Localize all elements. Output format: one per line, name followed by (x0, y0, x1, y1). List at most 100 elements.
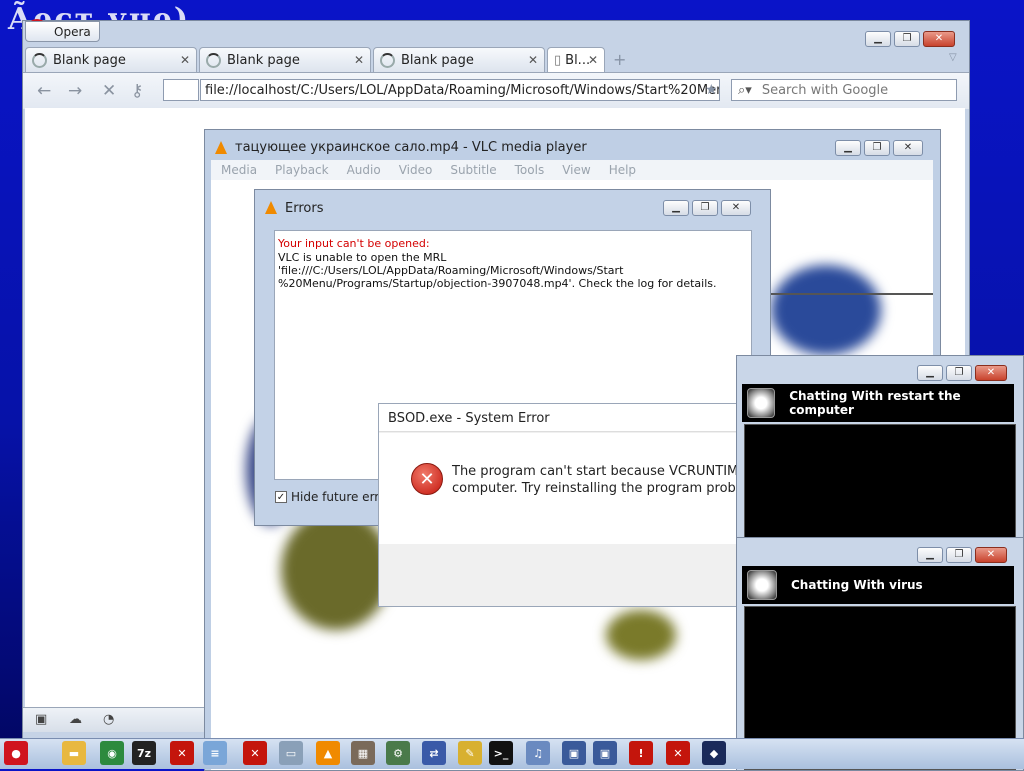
minimize-button[interactable]: ▁ (865, 31, 891, 47)
menu-help[interactable]: Help (609, 163, 636, 177)
close-tab-icon[interactable]: ✕ (528, 53, 538, 67)
tab-blank-page-3[interactable]: Blank page ✕ (373, 47, 545, 72)
paint-icon[interactable]: ✎ (458, 741, 482, 765)
setup-icon[interactable]: ⚙ (386, 741, 410, 765)
address-bar[interactable]: file://localhost/C:/Users/LOL/AppData/Ro… (200, 79, 720, 101)
back-icon[interactable]: ← (37, 81, 51, 101)
maximize-button[interactable]: ❐ (692, 200, 718, 216)
checkbox-check-icon[interactable]: ✓ (275, 491, 287, 503)
chat-window-restart[interactable]: ▁ ❐ ✕ Chatting With restart the computer (736, 355, 1024, 542)
loading-icon (380, 52, 395, 68)
close-tab-icon[interactable]: ✕ (180, 53, 190, 67)
stop-icon[interactable]: ! (629, 741, 653, 765)
opera-window-controls: ▁ ❐ ✕ (865, 31, 955, 47)
error-icon: ✕ (411, 463, 443, 495)
close-tab-icon[interactable]: ✕ (354, 53, 364, 67)
page-icon: ▯ (554, 52, 562, 68)
vlc-menu-bar: Media Playback Audio Video Subtitle Tool… (211, 160, 933, 180)
maximize-button[interactable]: ❐ (864, 140, 890, 156)
angry-bird-icon[interactable]: ● (4, 741, 28, 765)
tab-blank-page-2[interactable]: Blank page ✕ (199, 47, 371, 72)
chrome-icon[interactable]: ◉ (100, 741, 124, 765)
network-icon[interactable]: ⇄ (422, 741, 446, 765)
minimize-button[interactable]: ▁ (663, 200, 689, 216)
notepad-icon[interactable]: ≡ (203, 741, 227, 765)
tab-label: Blank page (227, 52, 300, 68)
tab-label: Blank page (53, 52, 126, 68)
tab-blank-page-1[interactable]: Blank page ✕ (25, 47, 197, 72)
video-frame-blob (606, 610, 676, 660)
tab-label: Bl... (565, 52, 591, 68)
maximize-button[interactable]: ❐ (946, 547, 972, 563)
system-error-dialog[interactable]: BSOD.exe - System Error ✕ The program ca… (378, 403, 839, 607)
errors-title: Errors (285, 201, 324, 216)
error-heading: Your input can't be opened: (278, 237, 430, 250)
avatar (747, 388, 776, 418)
menu-tools[interactable]: Tools (515, 163, 545, 177)
avatar (747, 570, 777, 600)
close-button[interactable]: ✕ (975, 365, 1007, 381)
error-icon[interactable]: ✕ (666, 741, 690, 765)
error-icon[interactable]: ✕ (243, 741, 267, 765)
forward-icon[interactable]: → (68, 81, 82, 101)
address-badge[interactable] (163, 79, 199, 101)
stop-icon[interactable]: ✕ (102, 81, 116, 101)
error-message: VLC is unable to open the MRL 'file:///C… (278, 251, 717, 290)
cmd-icon[interactable]: >_ (489, 741, 513, 765)
media-icon[interactable]: ♫ (526, 741, 550, 765)
error-icon[interactable]: ✕ (170, 741, 194, 765)
opera-menu-button[interactable]: Opera (25, 21, 100, 42)
close-button[interactable]: ✕ (893, 140, 923, 156)
7zip-icon[interactable]: 7z (132, 741, 156, 765)
menu-audio[interactable]: Audio (347, 163, 381, 177)
menu-playback[interactable]: Playback (275, 163, 329, 177)
menu-video[interactable]: Video (399, 163, 433, 177)
chat-header: Chatting With restart the computer (742, 384, 1014, 422)
video-frame-blob (771, 265, 881, 355)
close-button[interactable]: ✕ (721, 200, 751, 216)
search-placeholder: Search with Google (761, 82, 889, 98)
computer-icon[interactable]: ▣ (562, 741, 586, 765)
chat-message-area[interactable] (744, 424, 1016, 538)
taskbar: ● ▬ ◉ 7z ✕ ≡ ✕ ▭ ▲ ▦ ⚙ ⇄ ✎ >_ ♫ ▣ ▣! ✕ ◆ (0, 738, 1024, 769)
chat-header: Chatting With virus (742, 566, 1014, 604)
vlc-title: тацующее украинское сало.mp4 - VLC media… (235, 140, 587, 155)
cloud-icon[interactable]: ☁ (69, 712, 82, 727)
chat-window-controls: ▁ ❐ ✕ (917, 547, 1007, 563)
vlc-icon[interactable]: ▲ (316, 741, 340, 765)
vlc-cone-icon (265, 201, 277, 214)
minimize-button[interactable]: ▁ (917, 365, 943, 381)
app-icon[interactable]: ▦ (351, 741, 375, 765)
search-input[interactable]: ⌕▾ Search with Google (731, 79, 957, 101)
minimize-button[interactable]: ▁ (835, 140, 861, 156)
chat-window-virus[interactable]: ▁ ❐ ✕ Chatting With virus (736, 537, 1024, 771)
folder-icon[interactable]: ▬ (62, 741, 86, 765)
errors-window-controls: ▁ ❐ ✕ (663, 200, 751, 216)
maximize-button[interactable]: ❐ (946, 365, 972, 381)
bookmark-star-icon[interactable]: ★ (705, 82, 718, 98)
tab-active[interactable]: ▯ Bl... ✕ (547, 47, 605, 72)
computer-icon[interactable]: ▣ (593, 741, 617, 765)
close-button[interactable]: ✕ (923, 31, 955, 47)
shield-icon[interactable]: ◆ (702, 741, 726, 765)
menu-view[interactable]: View (562, 163, 590, 177)
key-icon[interactable]: ⚷ (131, 81, 143, 101)
speed-dial-icon[interactable]: ◔ (103, 712, 114, 727)
vlc-window-controls: ▁ ❐ ✕ (835, 140, 923, 156)
close-button[interactable]: ✕ (975, 547, 1007, 563)
menu-subtitle[interactable]: Subtitle (450, 163, 496, 177)
close-tab-icon[interactable]: ✕ (588, 53, 598, 67)
loading-icon (206, 52, 221, 68)
new-tab-button[interactable]: + (613, 50, 626, 69)
navigation-toolbar: ← → ✕ ⚷ file://localhost/C:/Users/LOL/Ap… (23, 72, 969, 109)
chat-title: Chatting With virus (791, 578, 923, 592)
menu-media[interactable]: Media (221, 163, 257, 177)
system-error-title: BSOD.exe - System Error (379, 404, 759, 432)
maximize-button[interactable]: ❐ (894, 31, 920, 47)
window-icon[interactable]: ▭ (279, 741, 303, 765)
chat-title: Chatting With restart the computer (789, 389, 961, 417)
tab-menu-chevron-icon[interactable]: ▽ (949, 52, 957, 63)
minimize-button[interactable]: ▁ (917, 547, 943, 563)
chat-window-controls: ▁ ❐ ✕ (917, 365, 1007, 381)
panel-icon[interactable]: ▣ (35, 712, 47, 727)
